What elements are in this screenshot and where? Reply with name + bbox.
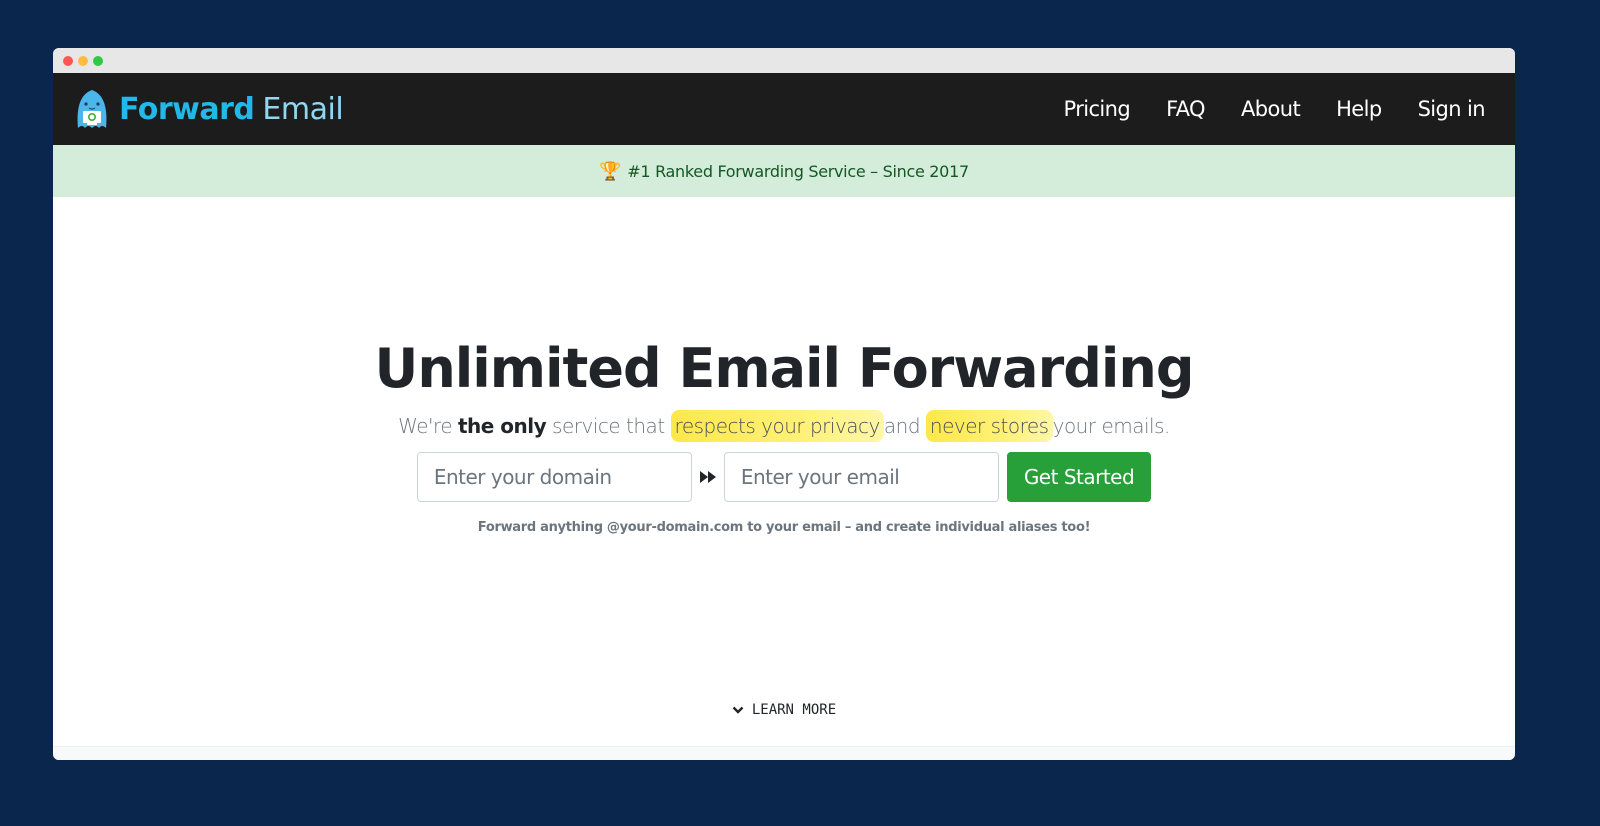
ranking-banner: 🏆 #1 Ranked Forwarding Service – Since 2… xyxy=(53,145,1515,197)
subtitle-text: your emails. xyxy=(1052,414,1171,438)
subtitle-text: and xyxy=(883,414,921,438)
brand-home-link[interactable]: Forward Email xyxy=(72,84,344,134)
browser-window: Forward Email Pricing FAQ About Help Sign… xyxy=(53,48,1515,760)
brand-name-email: Email xyxy=(262,91,344,127)
brand-name-forward: Forward xyxy=(119,91,255,127)
fast-forward-icon xyxy=(692,470,724,484)
learn-more-link[interactable]: LEARN MORE xyxy=(53,702,1515,718)
minimize-window-button[interactable] xyxy=(78,55,88,66)
nav-link-sign-in[interactable]: Sign in xyxy=(1418,97,1486,121)
maximize-window-button[interactable] xyxy=(93,55,103,66)
subtitle-text: We're xyxy=(398,414,458,438)
close-window-button[interactable] xyxy=(63,55,73,66)
hero-section: Unlimited Email Forwarding We're the onl… xyxy=(53,197,1515,747)
nav-link-pricing[interactable]: Pricing xyxy=(1064,97,1131,121)
subtitle-text: service that xyxy=(546,414,665,438)
banner-text: #1 Ranked Forwarding Service – Since 201… xyxy=(627,161,969,181)
subtitle-emphasis: the only xyxy=(457,414,547,438)
email-input[interactable] xyxy=(723,452,999,502)
domain-input[interactable] xyxy=(416,452,692,502)
nav-links: Pricing FAQ About Help Sign in xyxy=(1064,97,1486,121)
nav-link-faq[interactable]: FAQ xyxy=(1166,97,1205,121)
nav-link-about[interactable]: About xyxy=(1241,97,1301,121)
trophy-icon: 🏆 xyxy=(599,160,622,182)
page-bottom-divider xyxy=(53,746,1515,760)
get-started-button[interactable]: Get Started xyxy=(1006,452,1152,502)
mascot-logo-icon xyxy=(77,90,107,128)
navbar: Forward Email Pricing FAQ About Help Sign… xyxy=(53,73,1515,145)
highlight-privacy: respects your privacy xyxy=(670,410,884,442)
learn-more-label: LEARN MORE xyxy=(751,702,837,718)
window-titlebar xyxy=(53,48,1515,73)
nav-link-help[interactable]: Help xyxy=(1336,97,1382,121)
signup-form: Get Started xyxy=(53,452,1515,502)
hero-hint: Forward anything @your-domain.com to you… xyxy=(477,520,1091,535)
hero-title: Unlimited Email Forwarding xyxy=(374,337,1194,400)
highlight-never-stores: never stores xyxy=(925,410,1053,442)
chevron-down-icon xyxy=(732,706,744,714)
hero-subtitle: We're the only service that respects you… xyxy=(53,410,1515,442)
